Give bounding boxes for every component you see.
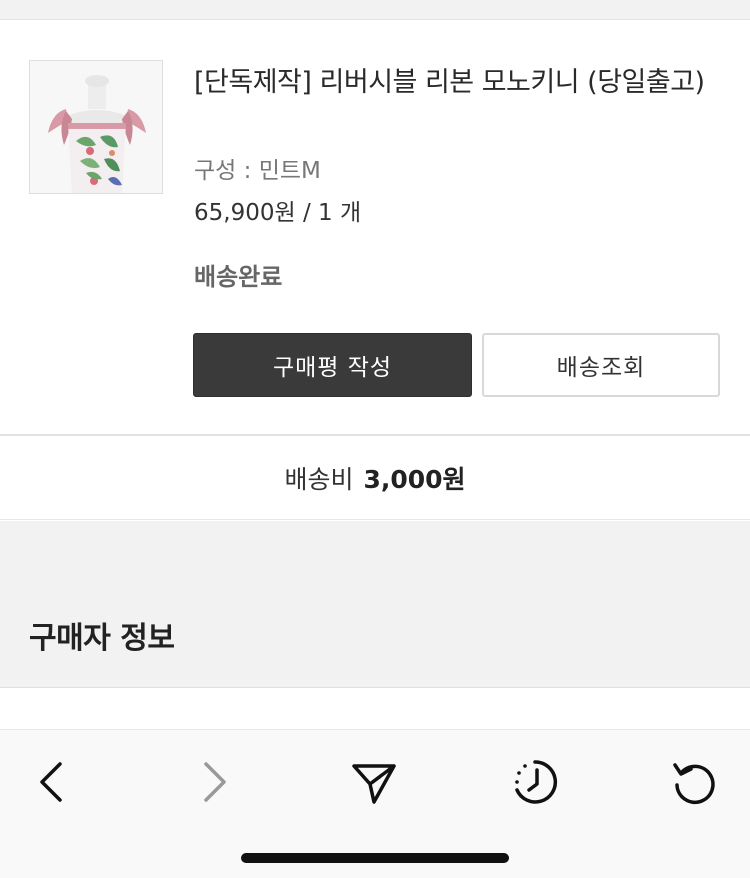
product-name[interactable]: [단독제작] 리버시블 리본 모노키니 (당일출고) [194,61,714,105]
home-indicator[interactable] [241,853,509,863]
delivery-status: 배송완료 [194,263,283,291]
shipping-fee-row: 배송비 3,000원 [0,436,750,520]
clock-history-icon[interactable] [505,752,565,812]
chevron-right-icon[interactable] [184,752,244,812]
paper-plane-icon[interactable] [344,752,404,812]
browser-toolbar [0,729,750,878]
buyer-info-title: 구매자 정보 [29,621,175,656]
product-image [30,61,162,193]
top-strip [0,0,750,20]
shipping-fee-amount: 3,000원 [363,464,466,494]
write-review-button[interactable]: 구매평 작성 [193,333,472,397]
buyer-info-content [0,689,750,729]
buyer-info-section: 구매자 정보 [0,521,750,688]
order-item-card: [단독제작] 리버시블 리본 모노키니 (당일출고) 구성 : 민트M 65,9… [0,21,750,435]
chevron-left-icon[interactable] [22,752,82,812]
product-option: 구성 : 민트M [194,158,321,184]
product-price: 65,900원 / 1 개 [194,200,362,226]
product-thumbnail[interactable] [29,60,163,194]
shipping-fee-label: 배송비 [284,464,354,494]
track-delivery-button[interactable]: 배송조회 [482,333,720,397]
reload-icon[interactable] [664,752,724,812]
